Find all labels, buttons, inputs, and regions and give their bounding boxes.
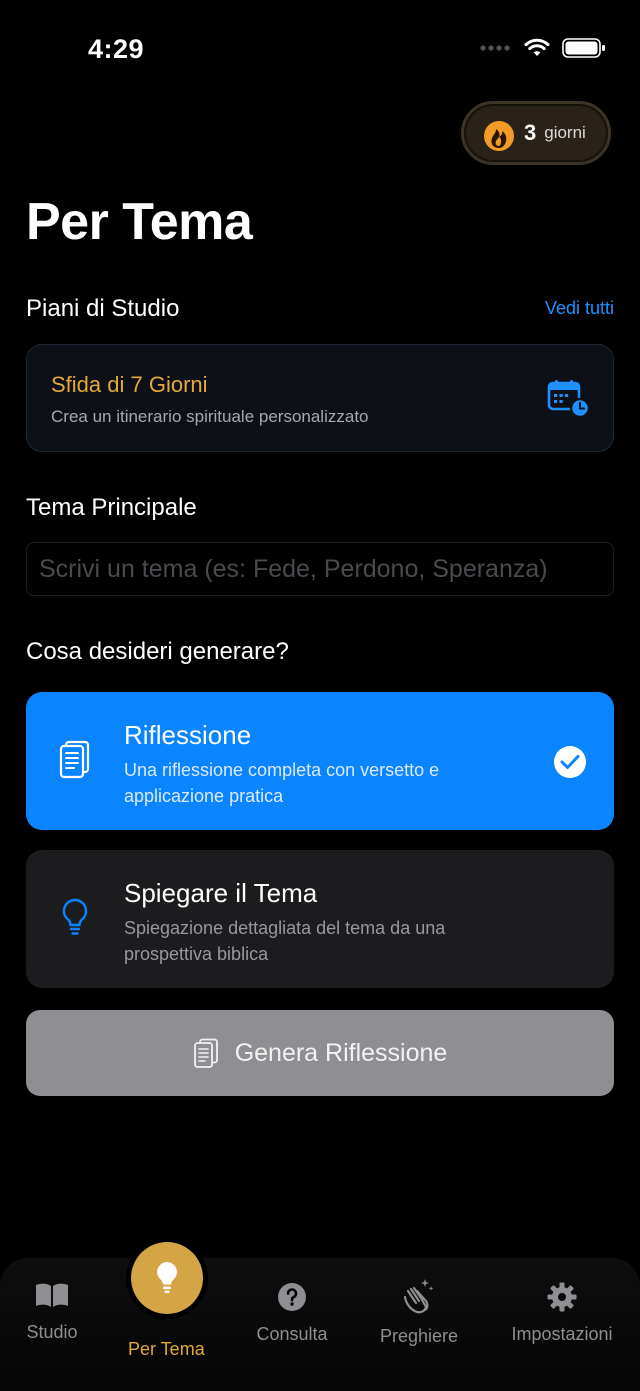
plan-subtitle: Crea un itinerario spirituale personaliz… — [51, 407, 369, 426]
generate-button[interactable]: Genera Riflessione — [26, 1010, 614, 1096]
tab-label: Preghiere — [379, 1326, 459, 1346]
page-title: Per Tema — [26, 193, 253, 251]
book-icon — [36, 1283, 68, 1307]
streak-count: 3 — [524, 120, 537, 145]
generate-button-label: Genera Riflessione — [234, 1038, 448, 1067]
document-icon — [59, 740, 90, 779]
seven-day-challenge-card[interactable]: Sfida di 7 Giorni Crea un itinerario spi… — [26, 344, 614, 452]
tab-per-tema-label: Per Tema — [128, 1339, 205, 1359]
tab-preghiere[interactable]: Preghiere — [372, 1276, 466, 1347]
gear-icon — [547, 1282, 577, 1312]
flame-icon — [484, 121, 514, 151]
tab-label: Consulta — [256, 1324, 328, 1344]
theme-input[interactable] — [26, 542, 614, 596]
option-description: Una riflessione completa con versetto e … — [124, 760, 440, 806]
tab-per-tema[interactable] — [131, 1242, 203, 1314]
tab-label: Studio — [26, 1322, 78, 1342]
document-icon — [193, 1038, 218, 1068]
tab-label: Impostazioni — [511, 1324, 613, 1344]
wifi-icon — [524, 38, 550, 56]
main-theme-heading: Tema Principale — [26, 494, 197, 521]
see-all-link[interactable]: Vedi tutti — [545, 298, 614, 319]
checkmark-icon — [554, 746, 586, 778]
option-explain-theme[interactable]: Spiegare il Tema Spiegazione dettagliata… — [26, 850, 614, 988]
status-time: 4:29 — [88, 34, 145, 64]
lightbulb-icon — [157, 1262, 177, 1294]
praying-hands-icon — [403, 1279, 434, 1314]
generate-heading: Cosa desideri generare? — [26, 638, 289, 665]
status-icons — [480, 38, 606, 58]
option-title: Riflessione — [124, 720, 252, 750]
option-title: Spiegare il Tema — [124, 878, 318, 908]
option-description: Spiegazione dettagliata del tema da una … — [124, 918, 446, 964]
tab-studio[interactable]: Studio — [22, 1278, 82, 1343]
tab-impostazioni[interactable]: Impostazioni — [506, 1280, 618, 1345]
streak-unit: giorni — [544, 123, 586, 142]
calendar-clock-icon — [547, 380, 591, 419]
signal-icon — [480, 45, 510, 51]
question-icon — [278, 1283, 306, 1311]
streak-badge[interactable]: 3 giorni — [461, 101, 611, 165]
plan-title: Sfida di 7 Giorni — [51, 372, 208, 397]
battery-icon — [562, 38, 605, 58]
lightbulb-icon — [62, 898, 88, 935]
study-plans-heading: Piani di Studio — [26, 295, 180, 322]
option-reflection[interactable]: Riflessione Una riflessione completa con… — [26, 692, 614, 830]
tab-consulta[interactable]: Consulta — [252, 1280, 332, 1345]
